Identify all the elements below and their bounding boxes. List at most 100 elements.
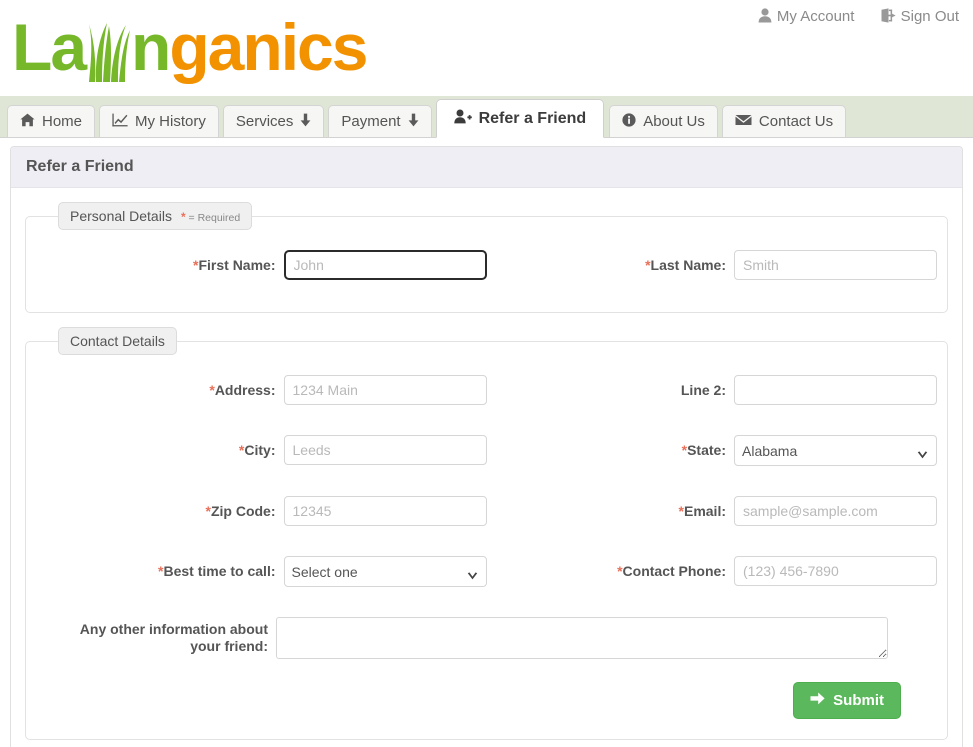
form-row-besttime-phone: *Best time to call: Select one *Contact …: [36, 556, 937, 587]
other-info-label: Any other information about your friend:: [52, 617, 276, 655]
arrow-right-icon: [810, 692, 825, 709]
email-input[interactable]: [734, 496, 937, 526]
tab-refer-a-friend[interactable]: Refer a Friend: [436, 99, 605, 138]
content-panel: Refer a Friend Personal Details * = Requi…: [10, 146, 963, 747]
personal-details-fieldset: Personal Details* = Required *First Name…: [25, 202, 948, 313]
sign-out-link[interactable]: Sign Out: [881, 8, 959, 27]
page-title: Refer a Friend: [26, 158, 134, 176]
panel-header: Refer a Friend: [11, 147, 962, 188]
field-group-line2: Line 2:: [487, 375, 938, 405]
zip-code-input[interactable]: [284, 496, 487, 526]
required-note: * = Required: [181, 212, 240, 224]
last-name-label-text: Last Name:: [651, 257, 726, 273]
last-name-label: *Last Name:: [645, 250, 734, 280]
tab-my-history-label: My History: [135, 113, 206, 130]
form-row-city-state: *City: *State: Alabama: [36, 435, 937, 466]
main-navigation: Home My History Services Payment Refer a…: [0, 96, 973, 138]
zip-control: [284, 496, 487, 526]
field-group-address: *Address:: [36, 375, 487, 405]
tab-services-label: Services: [236, 113, 294, 130]
city-label: *City:: [239, 435, 284, 465]
contact-phone-input[interactable]: [734, 556, 937, 586]
form-row-zip-email: *Zip Code: *Email:: [36, 496, 937, 526]
field-group-phone: *Contact Phone:: [487, 556, 938, 586]
address-label-text: Address:: [215, 382, 276, 398]
tab-list: Home My History Services Payment Refer a…: [7, 99, 850, 138]
field-group-city: *City:: [36, 435, 487, 465]
email-label-text: Email:: [684, 503, 726, 519]
form-row-other-info: Any other information about your friend:: [36, 617, 937, 664]
field-group-last-name: *Last Name:: [487, 250, 938, 280]
phone-label: *Contact Phone:: [617, 556, 734, 586]
phone-label-text: Contact Phone:: [623, 563, 726, 579]
submit-button[interactable]: Submit: [793, 682, 901, 719]
tab-about-us[interactable]: About Us: [609, 105, 718, 138]
refer-a-friend-form: Personal Details* = Required *First Name…: [11, 188, 962, 740]
other-info-label-text: Any other information about your friend:: [80, 621, 268, 654]
line2-input[interactable]: [734, 375, 937, 405]
site-logo[interactable]: Langanics: [12, 2, 366, 92]
logo-text-ganics: ganics: [169, 10, 366, 84]
best-time-label: *Best time to call:: [158, 556, 283, 586]
account-links: My Account Sign Out: [736, 8, 959, 27]
form-row-address: *Address: Line 2:: [36, 375, 937, 405]
tab-home[interactable]: Home: [7, 105, 95, 138]
email-control: [734, 496, 937, 526]
required-note-star: *: [181, 210, 186, 224]
first-name-label-text: First Name:: [198, 257, 275, 273]
zip-label-text: Zip Code:: [211, 503, 276, 519]
line2-control: [734, 375, 937, 405]
envelope-icon: [735, 113, 752, 130]
state-select[interactable]: Alabama: [734, 435, 937, 466]
tab-payment[interactable]: Payment: [328, 105, 431, 138]
tab-my-history[interactable]: My History: [99, 105, 219, 138]
tab-contact-us[interactable]: Contact Us: [722, 105, 846, 138]
zip-label: *Zip Code:: [206, 496, 284, 526]
tab-services[interactable]: Services: [223, 105, 325, 138]
submit-row: Submit: [36, 664, 937, 725]
best-time-to-call-select[interactable]: Select one: [284, 556, 487, 587]
best-time-label-text: Best time to call:: [163, 563, 275, 579]
line2-label-text: Line 2:: [681, 382, 726, 398]
contact-details-legend-label: Contact Details: [70, 333, 165, 349]
city-input[interactable]: [284, 435, 487, 465]
city-label-text: City:: [244, 442, 275, 458]
state-control: Alabama: [734, 435, 937, 466]
user-plus-icon: [454, 109, 472, 129]
line2-label: Line 2:: [681, 375, 734, 405]
email-label: *Email:: [679, 496, 734, 526]
my-account-label: My Account: [777, 8, 855, 25]
tab-about-us-label: About Us: [643, 113, 705, 130]
tab-home-label: Home: [42, 113, 82, 130]
other-info-textarea[interactable]: [276, 617, 888, 659]
first-name-input[interactable]: [284, 250, 487, 280]
field-group-state: *State: Alabama: [487, 435, 938, 466]
personal-details-legend-label: Personal Details: [70, 208, 172, 224]
phone-control: [734, 556, 937, 586]
field-group-best-time: *Best time to call: Select one: [36, 556, 487, 587]
field-group-other-info: Any other information about your friend:: [36, 617, 937, 664]
logo-text-n: n: [131, 10, 169, 84]
other-info-control: [276, 617, 888, 664]
last-name-input[interactable]: [734, 250, 937, 280]
form-row-names: *First Name: *Last Name:: [36, 250, 937, 280]
address-input[interactable]: [284, 375, 487, 405]
chevron-down-icon: [408, 113, 419, 131]
contact-details-legend: Contact Details: [58, 327, 177, 355]
field-group-zip: *Zip Code:: [36, 496, 487, 526]
user-icon: [758, 8, 772, 27]
sign-out-label: Sign Out: [901, 8, 959, 25]
chart-line-icon: [112, 113, 128, 131]
field-group-first-name: *First Name:: [36, 250, 487, 280]
info-icon: [622, 113, 636, 131]
state-label: *State:: [682, 435, 734, 465]
address-label: *Address:: [209, 375, 283, 405]
best-time-control: Select one: [284, 556, 487, 587]
first-name-label: *First Name:: [193, 250, 283, 280]
tab-contact-us-label: Contact Us: [759, 113, 833, 130]
first-name-control: [284, 250, 487, 280]
last-name-control: [734, 250, 937, 280]
sign-out-icon: [881, 8, 896, 27]
grass-blades-icon: [85, 22, 131, 84]
my-account-link[interactable]: My Account: [758, 8, 855, 27]
